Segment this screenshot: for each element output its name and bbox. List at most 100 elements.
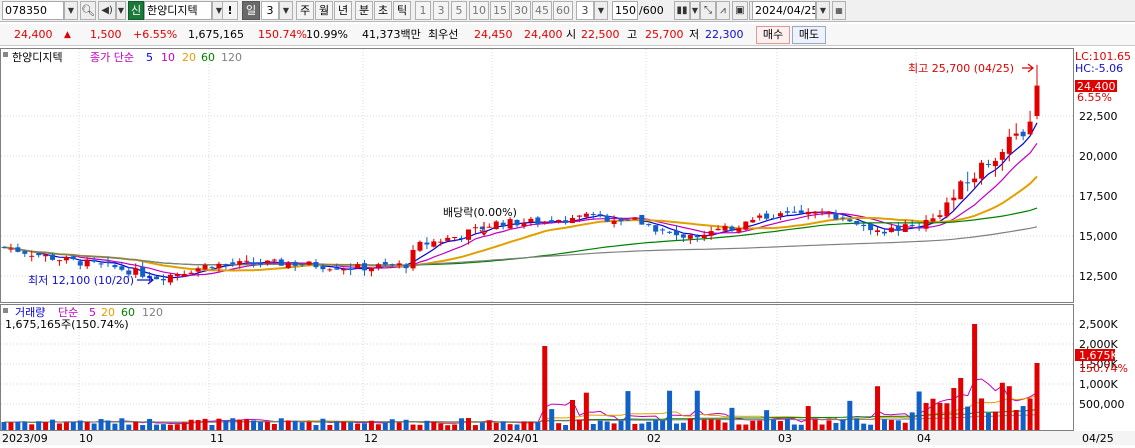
- volume-bar: [181, 422, 187, 430]
- date-input[interactable]: 2024/04/25: [752, 1, 816, 20]
- drawing-tool-icon[interactable]: ⤡: [700, 1, 716, 20]
- date-value: 2024/04/25: [755, 4, 816, 17]
- volume-bar: [902, 422, 908, 430]
- candle-body: [181, 274, 187, 277]
- candle-body: [646, 224, 652, 226]
- candle-body: [667, 231, 673, 233]
- candle-type-icon[interactable]: ▮▮: [674, 1, 690, 20]
- volume-bar: [944, 403, 950, 430]
- period-minute-button[interactable]: 분: [355, 1, 373, 20]
- speaker-dropdown-arrow[interactable]: ▼: [116, 1, 126, 20]
- interval-dropdown-arrow[interactable]: ▼: [594, 1, 608, 20]
- candle-body: [576, 215, 582, 217]
- volume-bar: [583, 392, 589, 430]
- minute-30-button[interactable]: 30: [511, 1, 531, 20]
- volume-bar: [861, 423, 867, 430]
- minute-5-button[interactable]: 5: [451, 1, 467, 20]
- date-dropdown-arrow[interactable]: ▼: [816, 1, 830, 20]
- candle-body: [542, 221, 548, 223]
- candle-body: [777, 213, 783, 217]
- zigzag-icon[interactable]: ⩘: [716, 1, 730, 20]
- candle-body: [985, 163, 991, 165]
- candle-body: [736, 228, 742, 232]
- period-second-button[interactable]: 초: [374, 1, 392, 20]
- volume-bar: [791, 424, 797, 430]
- period-tick-button[interactable]: 틱: [393, 1, 411, 20]
- volume-bar: [154, 424, 160, 430]
- speaker-icon[interactable]: ◀): [98, 1, 116, 20]
- volume-bar: [278, 418, 284, 430]
- candle-body: [50, 254, 56, 260]
- range-input[interactable]: 150: [612, 1, 638, 20]
- candle-body: [22, 251, 28, 254]
- candle-body: [112, 265, 118, 268]
- volume-bar: [98, 419, 104, 430]
- minute-15-button[interactable]: 15: [490, 1, 510, 20]
- price-legend-series: 종가 단순: [90, 51, 134, 64]
- calendar-icon[interactable]: ▦: [832, 1, 846, 20]
- candle-body: [140, 266, 146, 277]
- x-label-10: 10: [79, 432, 93, 445]
- save-icon[interactable]: ▣: [732, 1, 748, 20]
- panel-toggle-icon[interactable]: [3, 52, 8, 57]
- minute-1-button[interactable]: 1: [415, 1, 431, 20]
- volume-bar: [992, 411, 998, 430]
- candle-body: [937, 215, 943, 217]
- x-label-11: 11: [210, 432, 224, 445]
- volume-bar: [327, 424, 333, 430]
- range-total: /600: [639, 4, 664, 17]
- volume-bar: [521, 421, 527, 430]
- alert-button[interactable]: !: [222, 1, 238, 20]
- volume-bar: [611, 423, 617, 430]
- candle-body: [278, 259, 284, 266]
- volume-bar: [112, 423, 118, 430]
- candle-body: [237, 261, 243, 265]
- minute-3-button[interactable]: 3: [433, 1, 449, 20]
- candle-body: [798, 210, 804, 214]
- volume-bar: [916, 391, 922, 430]
- candle-body: [826, 211, 832, 214]
- volume-bar: [965, 406, 971, 430]
- period-week-button[interactable]: 주: [296, 1, 314, 20]
- period-month-button[interactable]: 월: [315, 1, 333, 20]
- minute-60-button[interactable]: 60: [553, 1, 573, 20]
- period-dropdown-arrow[interactable]: ▼: [279, 1, 293, 20]
- x-label-04-25: 04/25: [1082, 432, 1114, 445]
- custom-interval-field[interactable]: 3: [576, 1, 594, 20]
- search-icon[interactable]: 🔍︎: [80, 1, 96, 20]
- candle-body: [362, 263, 368, 271]
- candle-body: [881, 231, 887, 234]
- candle-body: [743, 221, 749, 230]
- buy-button[interactable]: 매수: [756, 26, 790, 44]
- volume-bar: [854, 418, 860, 430]
- candle-body: [861, 224, 867, 227]
- period-value-field[interactable]: 3: [261, 1, 279, 20]
- price-ma120-label: 120: [221, 51, 242, 64]
- volume-bar: [167, 424, 173, 430]
- stock-code-input[interactable]: 078350: [2, 1, 64, 20]
- candle-body: [43, 254, 49, 257]
- candle-body: [459, 237, 465, 239]
- candle-body: [327, 269, 333, 271]
- volume-bar: [424, 420, 430, 430]
- candle-body: [729, 226, 735, 231]
- candle-body: [694, 235, 700, 238]
- period-year-button[interactable]: 년: [334, 1, 352, 20]
- price-tick-22500: 22,500: [1079, 110, 1118, 123]
- volume-tick-1000k: 1,000K: [1079, 378, 1118, 391]
- minute-10-button[interactable]: 10: [469, 1, 489, 20]
- minute-45-button[interactable]: 45: [532, 1, 552, 20]
- high-annotation: 최고 25,700 (04/25): [908, 62, 1014, 75]
- volume-panel-toggle-icon[interactable]: [3, 308, 8, 313]
- stock-name-field[interactable]: 한양디지텍: [144, 1, 212, 20]
- sell-button[interactable]: 매도: [792, 26, 826, 44]
- candle-body: [348, 268, 354, 270]
- candle-body: [583, 213, 589, 217]
- code-dropdown-arrow[interactable]: ▼: [64, 1, 78, 20]
- last-volume-tag: 1,675K: [1079, 349, 1118, 362]
- volume-bar: [174, 424, 180, 430]
- candle-body: [119, 266, 125, 270]
- candle-type-dropdown-arrow[interactable]: ▼: [690, 1, 700, 20]
- period-day-button[interactable]: 일: [242, 1, 260, 20]
- volume-bar: [459, 418, 465, 430]
